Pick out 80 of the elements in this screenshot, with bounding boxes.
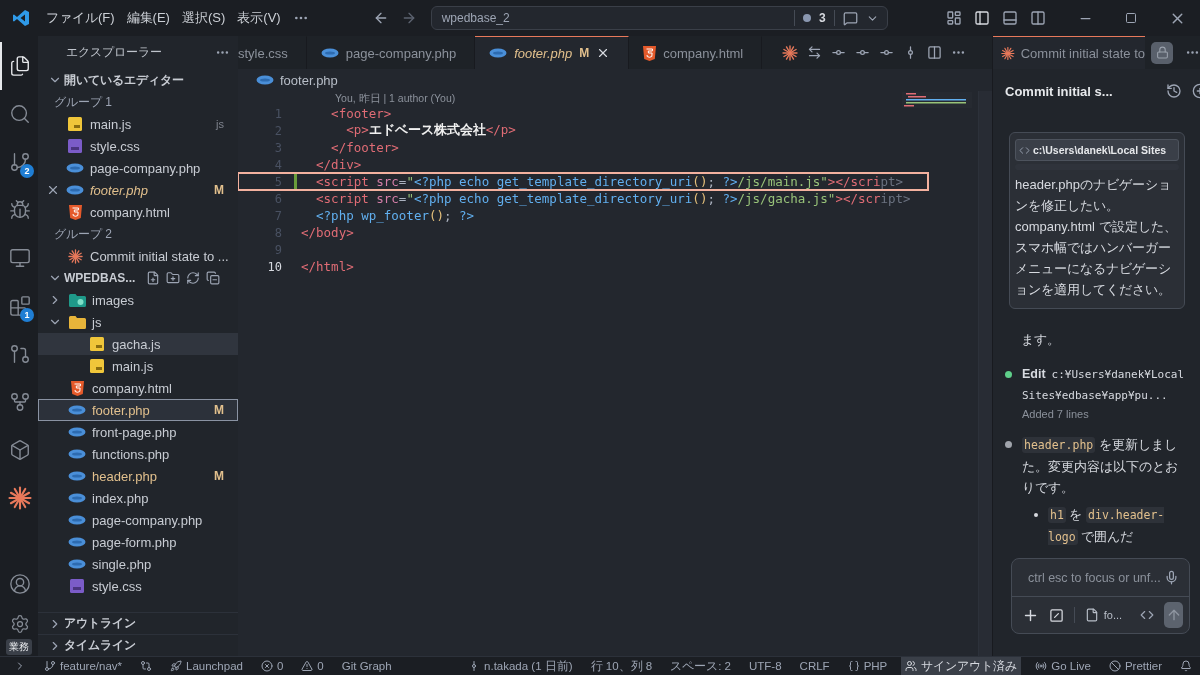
menu-item[interactable]: 編集(E) bbox=[120, 5, 176, 31]
file-tree-item[interactable]: single.php bbox=[38, 553, 238, 575]
file-tree-item[interactable]: gacha.js bbox=[38, 333, 238, 355]
editor-tab[interactable]: style.css bbox=[238, 36, 307, 69]
section-header[interactable]: 開いているエディター bbox=[64, 71, 184, 89]
modified-mark: M bbox=[579, 46, 590, 60]
status-item[interactable]: 行 10、列 8 bbox=[586, 657, 657, 675]
step-detail: Added 7 lines bbox=[1022, 408, 1090, 420]
code-line: <script src="<?php echo get_template_directory_uri(); ?>/js/main.js"></script> bbox=[315, 174, 904, 189]
code-line: <script src="<?php echo get_template_directory_uri(); ?>/js/gacha.js"></script> bbox=[315, 191, 911, 206]
status-item[interactable]: スペース: 2 bbox=[666, 657, 735, 675]
open-editor-item[interactable]: style.css bbox=[38, 135, 238, 157]
file-tree-item[interactable]: style.css bbox=[38, 575, 238, 597]
menu-item[interactable]: ファイル(F) bbox=[40, 5, 121, 31]
file-tree-item[interactable]: page-form.php bbox=[38, 531, 238, 553]
chat-tab[interactable]: Commit initial state to bbox=[993, 36, 1145, 69]
command-search-field[interactable]: wpedbase_2 3 bbox=[430, 6, 888, 30]
file-tree-item[interactable]: images bbox=[38, 289, 238, 311]
file-tree-item[interactable]: footer.php M bbox=[38, 399, 238, 421]
count-badge: 1 bbox=[20, 308, 34, 322]
problem-count: 3 bbox=[818, 11, 826, 25]
code-line: <p>エドベース株式会社</p> bbox=[345, 122, 516, 139]
message-text: h1 を div.header-logo で囲んだ bbox=[1048, 506, 1166, 547]
file-tree-item[interactable]: functions.php bbox=[38, 443, 238, 465]
modified-mark: M bbox=[214, 403, 224, 417]
section-header[interactable]: アウトライン bbox=[64, 615, 136, 632]
status-item[interactable]: CRLF bbox=[795, 657, 834, 675]
section-header[interactable]: WPEDBAS... bbox=[64, 271, 136, 285]
status-item[interactable]: Go Live bbox=[1031, 657, 1095, 675]
file-tree-item[interactable]: company.html bbox=[38, 377, 238, 399]
file-tree-item[interactable]: page-company.php bbox=[38, 509, 238, 531]
status-item[interactable]: UTF-8 bbox=[745, 657, 786, 675]
section-header[interactable]: タイムライン bbox=[64, 637, 136, 654]
profile-badge: 業務 bbox=[6, 639, 32, 655]
status-item[interactable]: 0 bbox=[256, 657, 288, 675]
message-text: header.php を更新しました。変更内容は以下のとおりです。 bbox=[1022, 436, 1179, 497]
path-chip[interactable]: c:\Users\danek\Local Sites bbox=[1015, 139, 1179, 161]
group-label: グループ 2 bbox=[53, 225, 113, 243]
code-line: </html> bbox=[301, 259, 354, 274]
status-item[interactable]: n.takada (1 日前) bbox=[464, 657, 577, 675]
modified-mark: M bbox=[214, 469, 224, 483]
status-item[interactable]: サインアウト済み bbox=[901, 657, 1022, 675]
file-tree-item[interactable]: index.php bbox=[38, 487, 238, 509]
sidebar-title: エクスプローラー bbox=[66, 44, 162, 61]
status-item[interactable]: 0 bbox=[297, 657, 328, 675]
group-label: グループ 1 bbox=[53, 93, 113, 111]
code-line: <?php wp_footer(); ?> bbox=[315, 208, 475, 223]
count-badge: 2 bbox=[20, 164, 34, 178]
status-item[interactable]: Git Graph bbox=[337, 657, 396, 675]
tool-step-text: Edit c:¥Users¥danek¥Local Sites¥edbase¥app¥pu... bbox=[1022, 366, 1186, 404]
file-description: js bbox=[216, 118, 224, 130]
file-tree-item[interactable]: main.js bbox=[38, 355, 238, 377]
open-editor-item[interactable]: footer.php M bbox=[38, 179, 238, 201]
status-item[interactable]: Prettier bbox=[1104, 657, 1166, 675]
chat-input-field[interactable]: ctrl esc to focus or unf... bbox=[1026, 569, 1164, 586]
open-editor-item[interactable]: company.html bbox=[38, 201, 238, 223]
message-text: ます。 bbox=[1021, 331, 1061, 349]
editor-tab[interactable]: footer.php M bbox=[475, 36, 630, 69]
open-editor-item[interactable]: Commit initial state to ... bbox=[38, 245, 238, 267]
status-item[interactable]: feature/nav* bbox=[40, 657, 126, 675]
code-line: </div> bbox=[315, 157, 362, 172]
code-lens[interactable]: You, 昨日 | 1 author (You) bbox=[335, 92, 456, 104]
file-tree-item[interactable]: front-page.php bbox=[38, 421, 238, 443]
line-number: 10 bbox=[266, 259, 282, 274]
code-line: <footer> bbox=[330, 106, 392, 121]
modified-mark: M bbox=[214, 183, 224, 197]
file-tree-item[interactable]: js bbox=[38, 311, 238, 333]
menu-item[interactable]: 表示(V) bbox=[231, 5, 287, 31]
open-editor-item[interactable]: main.js js bbox=[38, 113, 238, 135]
open-editor-item[interactable]: page-company.php bbox=[38, 157, 238, 179]
status-item[interactable]: PHP bbox=[843, 657, 892, 675]
prompt-text: header.phpのナビゲーションを修正したい。company.html で設定した、スマホ幅ではハンバーガーメニューになるナビゲーションを適用してください。 bbox=[1015, 176, 1178, 299]
file-tree-item[interactable]: header.php M bbox=[38, 465, 238, 487]
breadcrumb[interactable]: footer.php bbox=[280, 72, 338, 88]
status-item[interactable]: Launchpad bbox=[166, 657, 247, 675]
menu-item[interactable]: 選択(S) bbox=[175, 5, 232, 31]
file-attachment[interactable]: fo... bbox=[1084, 608, 1123, 622]
chat-title: Commit initial s... bbox=[1005, 83, 1114, 99]
code-line: </body> bbox=[301, 225, 354, 240]
code-line: </footer> bbox=[330, 140, 399, 155]
